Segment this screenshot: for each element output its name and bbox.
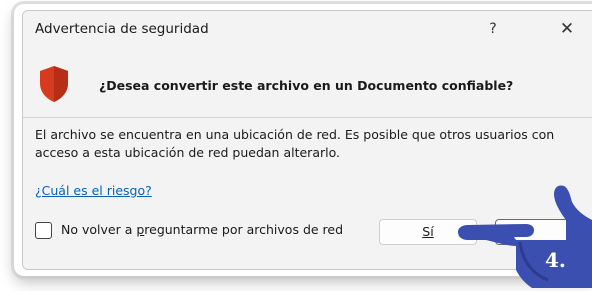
yes-button-label: Sí — [422, 224, 434, 239]
warning-message: El archivo se encuentra en una ubicación… — [35, 127, 555, 160]
risk-link[interactable]: ¿Cuál es el riesgo? — [35, 183, 152, 198]
title-bar: Advertencia de seguridad ? ✕ — [23, 11, 592, 49]
warning-question: ¿Desea convertir este archivo en un Docu… — [99, 78, 514, 93]
step-number: 4. — [545, 248, 566, 272]
divider — [23, 117, 592, 118]
dialog-title: Advertencia de seguridad — [35, 21, 209, 37]
dont-ask-checkbox-label[interactable]: No volver a preguntarme por archivos de … — [61, 222, 343, 237]
close-button[interactable]: ✕ — [555, 17, 579, 41]
dont-ask-checkbox[interactable] — [35, 222, 52, 239]
pointing-hand-icon — [458, 185, 592, 288]
shield-icon — [40, 66, 68, 102]
help-button[interactable]: ? — [481, 17, 505, 41]
